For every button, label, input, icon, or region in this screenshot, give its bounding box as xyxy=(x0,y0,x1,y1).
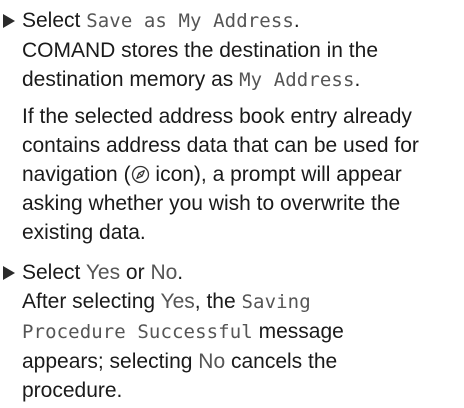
step-instruction: Select Yes or No. xyxy=(22,258,464,287)
note-text-line: If the selected address book entry alrea… xyxy=(22,105,412,128)
note-text-line: navigation ( icon), a prompt will appear xyxy=(22,160,464,189)
result-text: appears; selecting xyxy=(22,350,199,373)
result-text-line: procedure. xyxy=(22,379,123,402)
option-no: No xyxy=(198,350,226,373)
option-yes: Yes xyxy=(160,290,195,313)
manual-page: Select Save as My Address. COMAND stores… xyxy=(0,6,464,405)
step-bullet-arrow-icon xyxy=(3,14,15,28)
result-text: , the xyxy=(194,290,242,313)
result-text: message xyxy=(252,320,344,343)
result-text: After selecting xyxy=(22,290,161,313)
display-text-saving: Saving xyxy=(241,291,311,313)
instruction-period: . xyxy=(293,9,300,32)
instruction-text: Select xyxy=(22,261,86,284)
navigation-compass-icon xyxy=(131,165,149,184)
note-text-line: asking whether you wish to overwrite the xyxy=(22,192,401,215)
step-bullet-arrow-icon xyxy=(3,266,15,280)
option-no: No xyxy=(150,261,178,284)
instruction-or: or xyxy=(120,261,151,284)
step-instruction: Select Save as My Address. xyxy=(22,6,464,36)
display-text-procedure-successful: Procedure Successful xyxy=(22,321,253,343)
step-save-as-my-address: Select Save as My Address. COMAND stores… xyxy=(0,6,464,247)
note-text: navigation ( xyxy=(22,163,131,186)
result-text-line: destination memory as My Address. xyxy=(22,65,464,95)
menu-item-save-as-my-address: Save as My Address xyxy=(86,10,294,32)
note-text-line: contains address data that can be used f… xyxy=(22,134,419,157)
option-yes: Yes xyxy=(85,261,121,284)
step-select-yes-or-no: Select Yes or No. After selecting Yes, t… xyxy=(0,258,464,405)
result-text: destination memory as xyxy=(22,68,240,91)
result-text-line: After selecting Yes, the Saving xyxy=(22,287,464,317)
note-text-line: existing data. xyxy=(22,221,146,244)
note-text: icon), a prompt will appear xyxy=(149,163,402,186)
note-paragraph: If the selected address book entry alrea… xyxy=(22,102,464,247)
result-text-line: Procedure Successful message xyxy=(22,317,464,347)
instruction-period: . xyxy=(177,261,184,284)
display-text-my-address: My Address xyxy=(239,69,355,91)
instruction-text: Select xyxy=(22,9,87,32)
result-period: . xyxy=(354,68,361,91)
result-text: cancels the xyxy=(225,350,338,373)
result-text-line: COMAND stores the destination in the xyxy=(22,39,378,62)
result-text-line: appears; selecting No cancels the xyxy=(22,347,464,376)
